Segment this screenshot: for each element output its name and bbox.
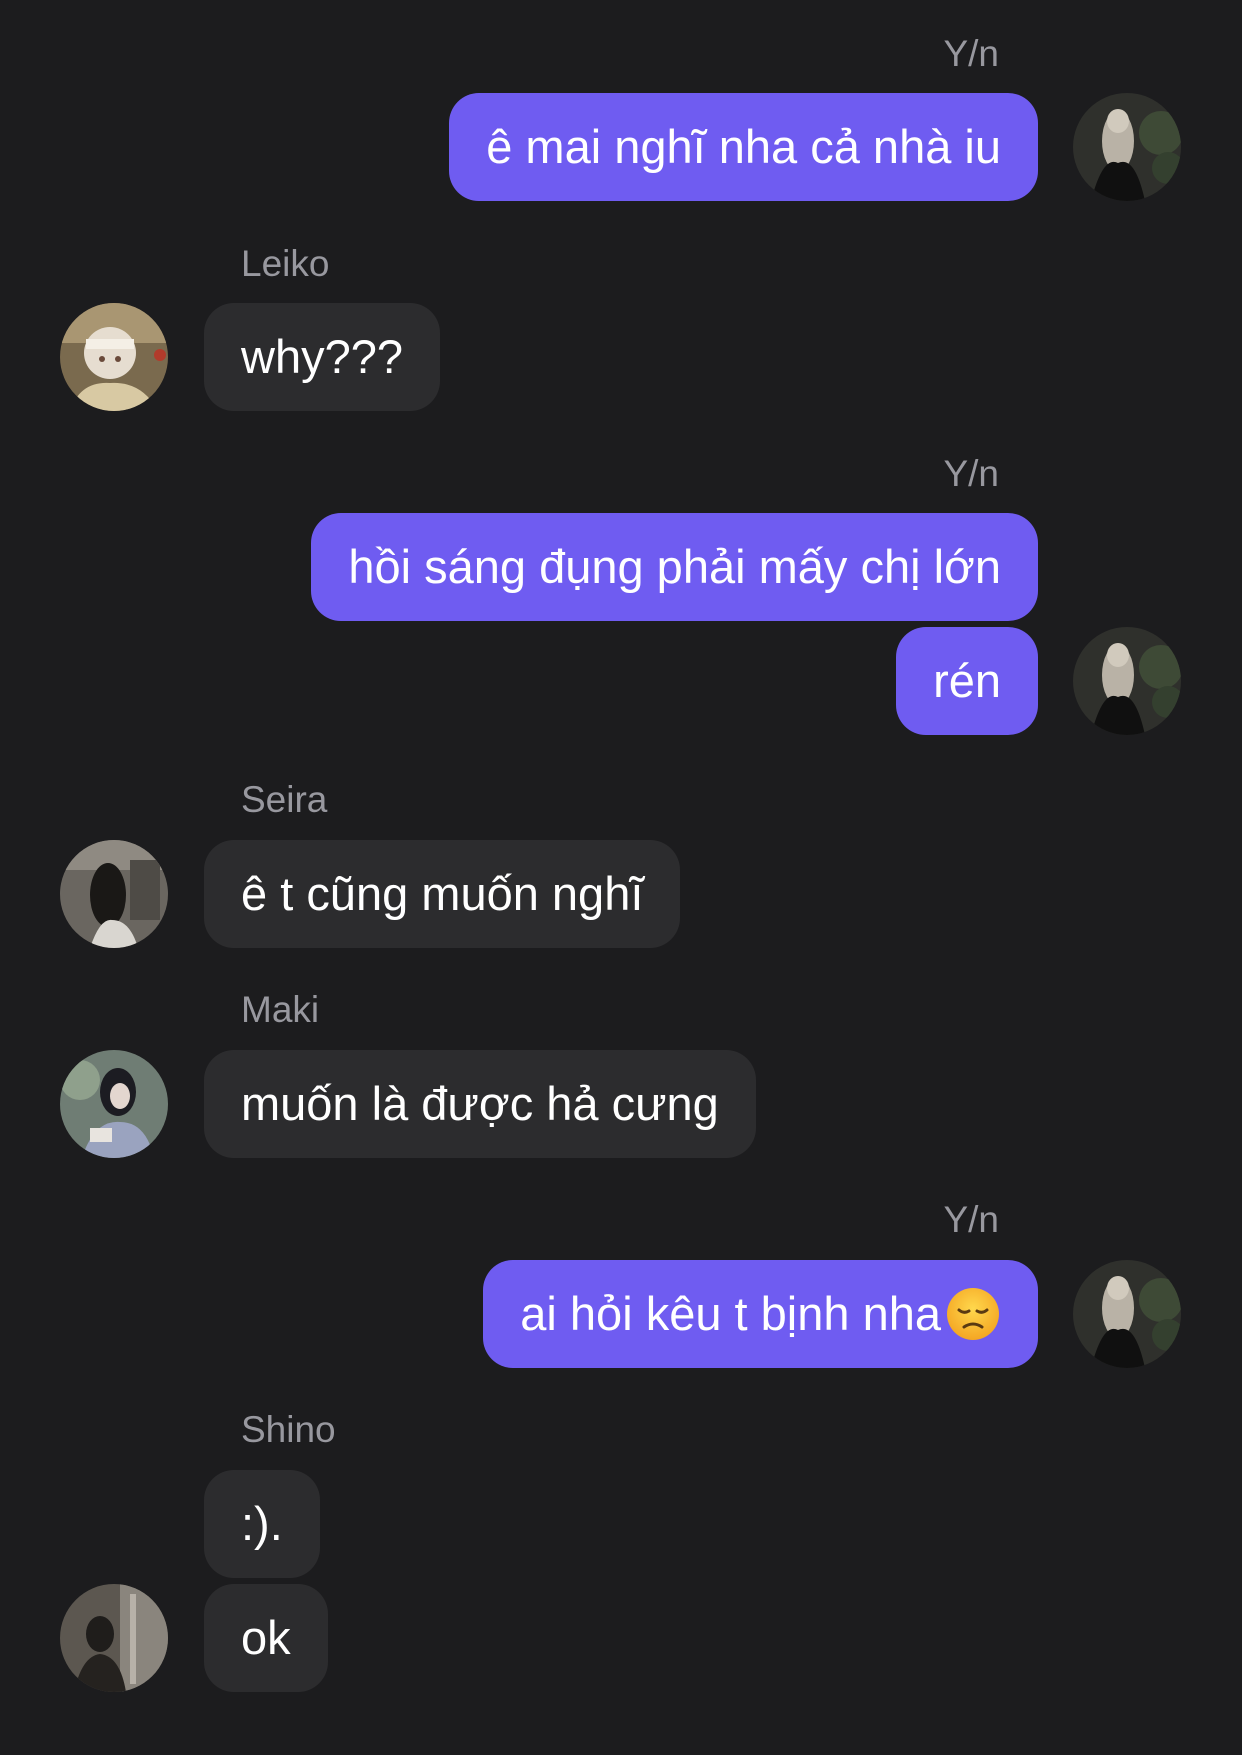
message-bubble-incoming[interactable]: ê t cũng muốn nghĩ: [204, 840, 681, 948]
message-bubble-outgoing[interactable]: hồi sáng đụng phải mấy chị lớn: [311, 513, 1038, 621]
message-bubble-outgoing[interactable]: ai hỏi kêu t bịnh nha: [483, 1260, 1038, 1368]
message-text: hồi sáng đụng phải mấy chị lớn: [348, 540, 1001, 593]
avatar-maki[interactable]: [60, 1050, 168, 1158]
message-text: rén: [933, 654, 1001, 707]
avatar-seira[interactable]: [60, 840, 168, 948]
sender-name-maki: Maki: [241, 989, 320, 1030]
sender-name-yn: Y/n: [943, 33, 999, 74]
message-bubble-outgoing[interactable]: rén: [896, 627, 1038, 735]
sender-name-yn: Y/n: [943, 1199, 999, 1240]
message-text: :).: [241, 1497, 283, 1550]
message-text: ai hỏi kêu t bịnh nha: [520, 1287, 941, 1340]
avatar-shino[interactable]: [60, 1584, 168, 1692]
message-bubble-outgoing[interactable]: ê mai nghĩ nha cả nhà iu: [449, 93, 1038, 201]
message-bubble-incoming[interactable]: :).: [204, 1470, 320, 1578]
avatar-yn[interactable]: [1073, 627, 1181, 735]
message-bubble-incoming[interactable]: ok: [204, 1584, 328, 1692]
sender-name-shino: Shino: [241, 1409, 336, 1450]
avatar-leiko[interactable]: [60, 303, 168, 411]
message-bubble-incoming[interactable]: muốn là được hả cưng: [204, 1050, 756, 1158]
avatar-yn[interactable]: [1073, 93, 1181, 201]
disappointed-face-emoji: [945, 1286, 1001, 1342]
message-text: ê mai nghĩ nha cả nhà iu: [486, 120, 1001, 173]
sender-name-seira: Seira: [241, 779, 328, 820]
message-bubble-incoming[interactable]: why???: [204, 303, 440, 411]
avatar-yn[interactable]: [1073, 1260, 1181, 1368]
message-text: why???: [241, 330, 403, 383]
message-text: ok: [241, 1611, 291, 1664]
sender-name-yn: Y/n: [943, 453, 999, 494]
sender-name-leiko: Leiko: [241, 243, 330, 284]
message-text: ê t cũng muốn nghĩ: [241, 867, 644, 920]
message-text: muốn là được hả cưng: [241, 1077, 719, 1130]
